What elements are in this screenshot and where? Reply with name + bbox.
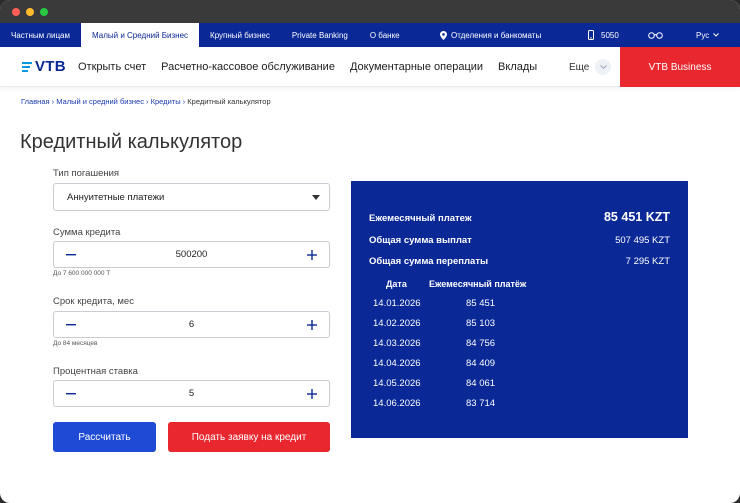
schedule-date: 14.02.2026 (373, 318, 421, 329)
monthly-payment-label: Ежемесячный платеж (369, 213, 472, 224)
chevron-down-icon (713, 33, 720, 37)
minimize-window-button[interactable] (26, 7, 34, 16)
repayment-type-select[interactable]: Аннуитетные платежи (53, 183, 330, 211)
breadcrumb-credits[interactable]: Кредиты (151, 97, 181, 106)
schedule-payment: 85 103 (466, 318, 496, 329)
interest-rate-stepper: 5 (53, 380, 330, 407)
schedule-payment: 84 756 (466, 338, 496, 349)
nav-cash-services[interactable]: Расчетно-кассовое обслуживание (161, 61, 335, 73)
chevron-down-icon (595, 59, 612, 75)
plus-icon (307, 249, 317, 260)
language-label: Рус (696, 30, 710, 40)
location-pin-icon (440, 30, 447, 40)
schedule-payment: 85 451 (466, 298, 496, 309)
loan-amount-label: Сумма кредита (53, 227, 121, 238)
calculate-button[interactable]: Рассчитать (53, 422, 156, 452)
total-payment-value: 507 495 KZT (615, 235, 670, 246)
schedule-date: 14.04.2026 (373, 358, 421, 369)
breadcrumb-current: Кредитный калькулятор (187, 97, 271, 106)
minus-icon (66, 253, 76, 255)
title-bar (0, 0, 740, 23)
loan-term-input[interactable]: 6 (88, 319, 295, 330)
schedule-date: 14.06.2026 (373, 398, 421, 409)
plus-icon (307, 319, 317, 330)
breadcrumb-separator: › (146, 97, 149, 106)
topnav-private-banking[interactable]: Private Banking (281, 23, 359, 47)
term-decrease-button[interactable] (54, 312, 88, 337)
breadcrumb-home[interactable]: Главная (21, 97, 50, 106)
total-payment-label: Общая сумма выплат (369, 235, 472, 246)
nav-deposits[interactable]: Вклады (498, 61, 537, 73)
phone-link[interactable]: 5050 (588, 23, 619, 47)
topnav-sme[interactable]: Малый и Средний Бизнес (81, 23, 200, 47)
monthly-payment-row: Ежемесячный платеж 85 451 KZT (369, 210, 670, 224)
vtb-business-button[interactable]: VTB Business (620, 47, 740, 87)
schedule-payment: 84 409 (466, 358, 496, 369)
topnav-private[interactable]: Частным лицам (0, 23, 81, 47)
schedule-payment: 84 061 (466, 378, 496, 389)
breadcrumb: Главная › Малый и средний бизнес › Креди… (21, 97, 271, 106)
topnav-about[interactable]: О банке (359, 23, 411, 47)
language-selector[interactable]: Рус (696, 23, 720, 47)
schedule-date: 14.03.2026 (373, 338, 421, 349)
glasses-icon (648, 32, 663, 39)
page-title: Кредитный калькулятор (20, 131, 243, 153)
rate-decrease-button[interactable] (54, 381, 88, 406)
amount-increase-button[interactable] (295, 242, 329, 267)
breadcrumb-separator: › (51, 97, 55, 106)
branches-link[interactable]: Отделения и банкоматы (440, 23, 541, 47)
total-payment-row: Общая сумма выплат 507 495 KZT (369, 235, 670, 246)
schedule-header-payment: Ежемесячный платёж (429, 279, 527, 289)
interest-rate-label: Процентная ставка (53, 366, 138, 377)
schedule-date: 14.05.2026 (373, 378, 421, 389)
browser-window: Частным лицам Малый и Средний Бизнес Кру… (0, 0, 740, 503)
logo-text: VTB (35, 58, 66, 75)
phone-number: 5050 (601, 30, 619, 40)
accessibility-toggle[interactable] (648, 23, 663, 47)
caret-down-icon (312, 195, 320, 200)
phone-icon (588, 30, 594, 40)
loan-term-stepper: 6 (53, 311, 330, 338)
breadcrumb-sme[interactable]: Малый и средний бизнес (56, 97, 144, 106)
top-navigation: Частным лицам Малый и Средний Бизнес Кру… (0, 23, 740, 47)
rate-increase-button[interactable] (295, 381, 329, 406)
loan-amount-stepper: 500200 (53, 241, 330, 268)
close-window-button[interactable] (12, 7, 20, 16)
main-navigation: VTB Открыть счет Расчетно-кассовое обслу… (0, 47, 740, 87)
branches-label: Отделения и банкоматы (451, 30, 542, 40)
overpayment-label: Общая сумма переплаты (369, 256, 489, 267)
loan-amount-hint: До 7 600 000 000 Т (53, 270, 111, 277)
nav-documentary[interactable]: Документарные операции (350, 61, 483, 73)
topnav-corporate[interactable]: Крупный бизнес (199, 23, 281, 47)
vtb-logo[interactable]: VTB (0, 58, 78, 75)
minus-icon (66, 392, 76, 394)
loan-amount-input[interactable]: 500200 (88, 249, 295, 260)
loan-term-label: Срок кредита, мес (53, 296, 134, 307)
breadcrumb-separator: › (182, 97, 186, 106)
plus-icon (307, 388, 317, 399)
minus-icon (66, 323, 76, 325)
repayment-type-label: Тип погашения (53, 168, 120, 179)
monthly-payment-value: 85 451 KZT (603, 210, 670, 224)
repayment-type-value: Аннуитетные платежи (67, 191, 165, 203)
nav-more[interactable]: Еще (569, 59, 612, 75)
nav-more-label: Еще (569, 61, 590, 73)
maximize-window-button[interactable] (40, 7, 48, 16)
logo-bars-icon (22, 61, 32, 72)
result-panel: Ежемесячный платеж 85 451 KZT Общая сумм… (351, 181, 688, 438)
term-increase-button[interactable] (295, 312, 329, 337)
amount-decrease-button[interactable] (54, 242, 88, 267)
schedule-header-date: Дата (386, 279, 407, 289)
nav-open-account[interactable]: Открыть счет (78, 61, 146, 73)
apply-loan-button[interactable]: Подать заявку на кредит (168, 422, 330, 452)
schedule-payment: 83 714 (466, 398, 496, 409)
schedule-date: 14.01.2026 (373, 298, 421, 309)
interest-rate-input[interactable]: 5 (88, 388, 295, 399)
overpayment-value: 7 295 KZT (625, 256, 670, 267)
loan-term-hint: До 84 месяцев (53, 340, 98, 347)
overpayment-row: Общая сумма переплаты 7 295 KZT (369, 256, 670, 267)
